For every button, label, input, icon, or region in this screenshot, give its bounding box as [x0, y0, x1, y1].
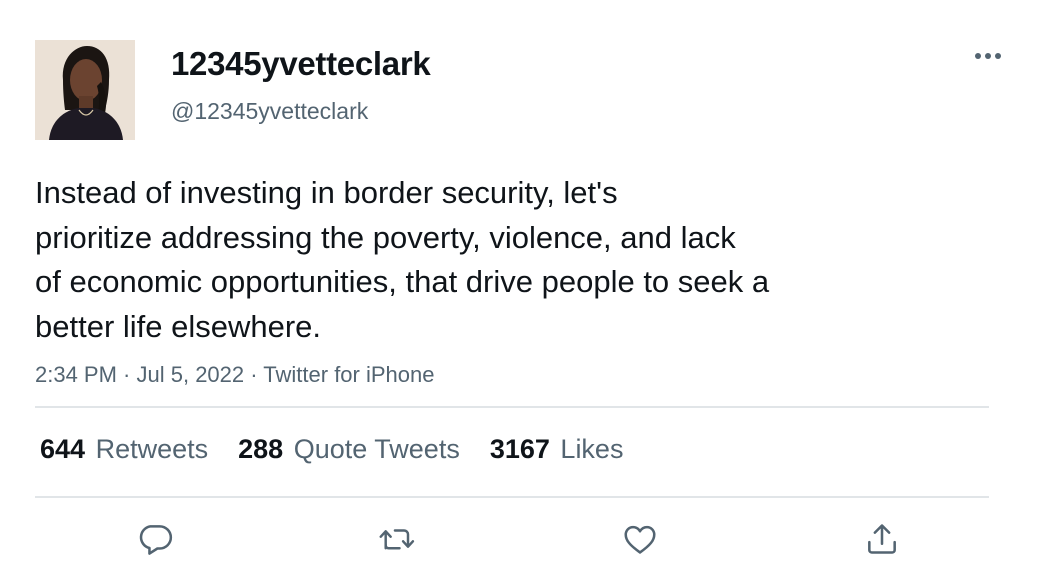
divider — [35, 496, 989, 498]
reply-button[interactable] — [135, 519, 175, 559]
tweet-date[interactable]: Jul 5, 2022 — [137, 362, 245, 387]
like-button[interactable] — [620, 519, 660, 559]
more-options-button[interactable] — [968, 44, 1008, 68]
avatar-image — [35, 40, 135, 140]
quote-tweets-count: 288 — [238, 434, 284, 464]
likes-label: Likes — [560, 434, 624, 464]
tweet-meta: 2:34 PM · Jul 5, 2022 · Twitter for iPho… — [35, 360, 434, 390]
retweets-count: 644 — [40, 434, 86, 464]
tweet-time[interactable]: 2:34 PM — [35, 362, 117, 387]
meta-separator: · — [116, 362, 137, 387]
quote-tweets-label: Quote Tweets — [293, 434, 460, 464]
tweet-text: Instead of investing in border security,… — [35, 175, 770, 344]
heart-icon — [624, 525, 656, 554]
display-name[interactable]: 12345yvetteclark — [171, 44, 431, 84]
share-button[interactable] — [862, 519, 902, 559]
retweet-button[interactable] — [378, 519, 418, 559]
retweet-icon — [379, 529, 415, 550]
divider — [35, 406, 989, 408]
reply-icon — [139, 525, 173, 555]
share-icon — [868, 524, 896, 554]
likes-stat[interactable]: 3167 Likes — [490, 431, 624, 467]
user-handle[interactable]: @12345yvetteclark — [171, 96, 368, 126]
retweets-label: Retweets — [95, 434, 209, 464]
meta-separator: · — [244, 362, 264, 387]
retweets-stat[interactable]: 644 Retweets — [40, 431, 208, 467]
quote-tweets-stat[interactable]: 288 Quote Tweets — [238, 431, 460, 467]
avatar[interactable] — [35, 40, 135, 140]
tweet-stats: 644 Retweets 288 Quote Tweets 3167 Likes — [40, 431, 653, 467]
more-horizontal-icon — [975, 53, 1001, 59]
tweet-source[interactable]: Twitter for iPhone — [263, 362, 434, 387]
likes-count: 3167 — [489, 434, 550, 464]
